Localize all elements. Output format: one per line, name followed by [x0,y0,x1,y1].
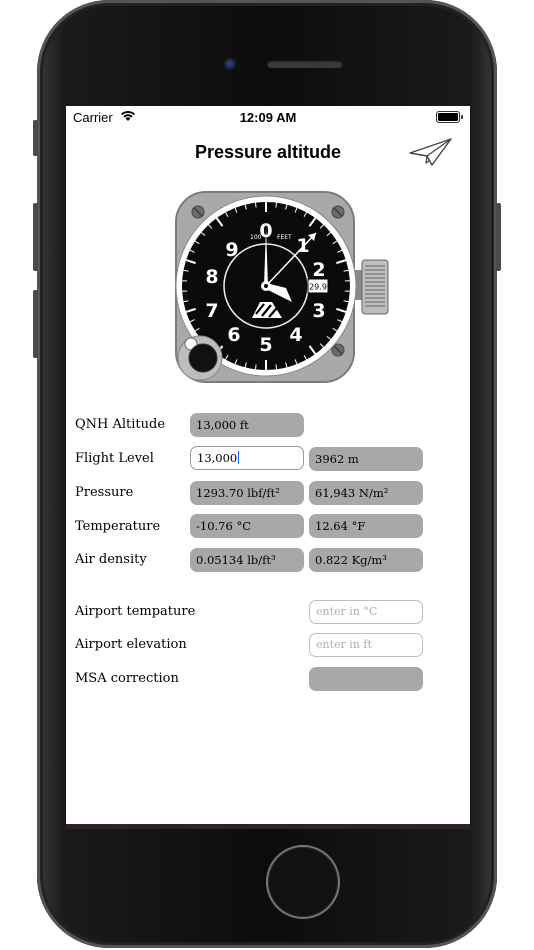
mute-switch[interactable] [33,120,38,156]
dial-numeral-7: 7 [205,300,218,322]
qnh-altitude-label: QNH Altitude [75,417,166,432]
dial-label-100: 100 [250,234,262,241]
pressure-metric-field[interactable]: 61,943 N/m² [309,481,423,505]
flight-level-input[interactable]: 13,000 [190,446,304,470]
flight-level-meters-field[interactable]: 3962 m [309,447,423,471]
volume-up-button[interactable] [33,203,38,271]
airport-elevation-label: Airport elevation [75,637,187,652]
screen-bottom-edge [66,824,470,829]
dial-label-feet: FEET [277,234,292,241]
airport-elevation-input[interactable]: enter in ft [309,633,423,657]
status-bar: Carrier 12:09 AM [66,106,470,130]
text-caret [238,451,240,464]
temperature-celsius-field[interactable]: -10.76 °C [190,514,304,538]
kollsman-window: 29.9 [309,283,327,292]
flight-level-label: Flight Level [75,451,154,466]
dial-numeral-9: 9 [225,239,238,261]
pressure-imperial-field[interactable]: 1293.70 lbf/ft² [190,481,304,505]
dial-tick [275,202,278,208]
msa-correction-label: MSA correction [75,671,179,686]
airport-temperature-label: Airport tempature [75,604,196,619]
flight-level-input-value: 13,000 [197,451,238,465]
dial-numeral-6: 6 [227,324,240,346]
dial-numeral-5: 5 [259,334,272,356]
battery-icon [436,111,463,123]
dial-numeral-8: 8 [205,266,218,288]
qnh-altitude-field[interactable]: 13,000 ft [190,413,304,437]
msa-correction-field[interactable] [309,667,423,691]
altimeter-instrument: 0 1 2 3 4 5 6 7 8 9 100 FEET 29.9 [175,191,389,383]
temperature-label: Temperature [75,519,161,534]
dial-numeral-2: 2 [312,259,325,281]
status-time: 12:09 AM [239,110,297,125]
dial-tick [254,364,257,370]
airport-temperature-input[interactable]: enter in °C [309,600,423,624]
dial-tick [275,364,278,370]
air-density-label: Air density [75,552,147,567]
paper-plane-icon[interactable] [408,136,454,168]
power-button[interactable] [496,203,501,271]
pressure-label: Pressure [75,485,134,500]
front-camera [224,58,238,72]
home-button[interactable] [268,847,338,917]
dial-numeral-3: 3 [312,300,325,322]
volume-down-button[interactable] [33,290,38,358]
air-density-imperial-field[interactable]: 0.05134 lb/ft³ [190,548,304,572]
dial-tick [254,202,257,208]
earpiece-speaker [267,60,343,68]
temperature-fahrenheit-field[interactable]: 12.64 °F [309,514,423,538]
air-density-metric-field[interactable]: 0.822 Kg/m³ [309,548,423,572]
dial-numeral-4: 4 [289,324,302,346]
app-screen: Carrier 12:09 AM Pressure altitude 2 3 4… [66,106,470,828]
